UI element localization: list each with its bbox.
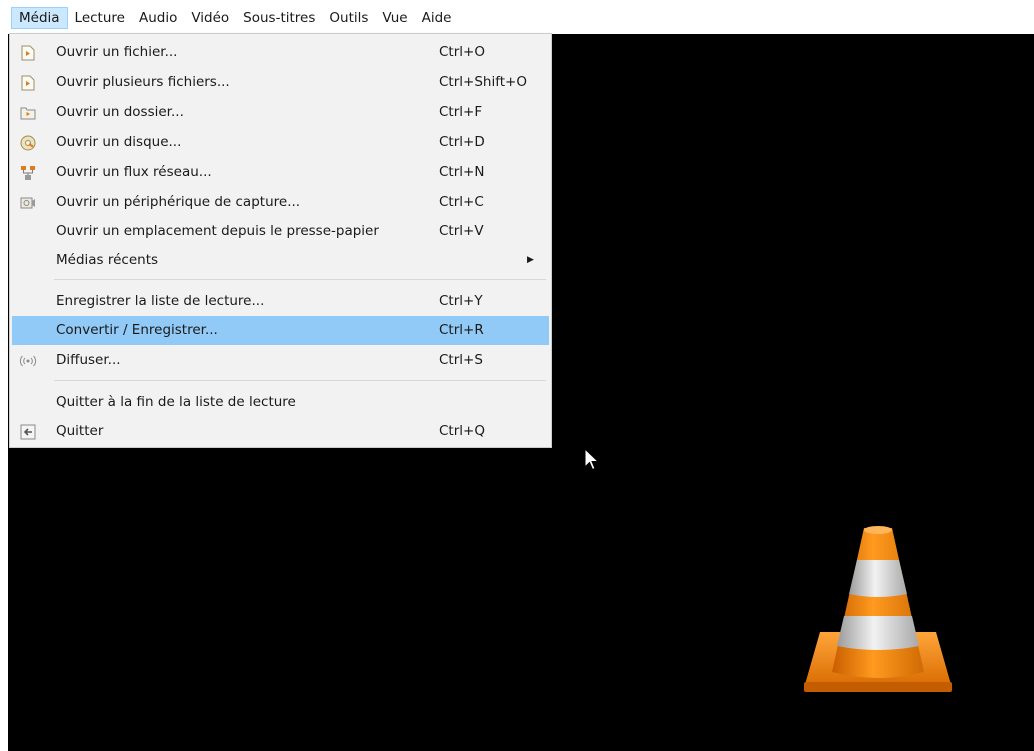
menu-item-save-playlist[interactable]: Enregistrer la liste de lecture... Ctrl+… [12,287,549,316]
menu-item-shortcut: Ctrl+V [439,223,484,239]
menu-item-open-capture-device[interactable]: Ouvrir un périphérique de capture... Ctr… [12,188,549,217]
menu-item-open-from-clipboard[interactable]: Ouvrir un emplacement depuis le presse-p… [12,217,549,246]
disc-icon [19,134,37,152]
file-play-icon [19,74,37,92]
menu-item-shortcut: Ctrl+F [439,104,483,120]
menu-item-label: Convertir / Enregistrer... [56,322,218,338]
menu-item-open-folder[interactable]: Ouvrir un dossier... Ctrl+F [12,98,549,127]
menu-view[interactable]: Vue [375,7,414,29]
menu-item-label: Ouvrir plusieurs fichiers... [56,74,230,90]
menu-item-shortcut: Ctrl+Q [439,423,485,439]
menu-item-open-multiple-files[interactable]: Ouvrir plusieurs fichiers... Ctrl+Shift+… [12,68,549,97]
menu-item-quit[interactable]: Quitter Ctrl+Q [12,417,549,446]
menu-item-shortcut: Ctrl+S [439,352,483,368]
menu-item-label: Médias récents [56,252,159,268]
network-icon [19,164,37,182]
menu-bar: Média Lecture Audio Vidéo Sous-titres Ou… [0,0,1034,34]
file-play-icon [19,44,37,62]
menu-lecture[interactable]: Lecture [68,7,132,29]
vlc-cone-logo [800,522,956,702]
menu-item-label: Ouvrir un dossier... [56,104,184,120]
menu-item-label: Quitter à la fin de la liste de lecture [56,394,296,410]
menu-item-label: Ouvrir un flux réseau... [56,164,212,180]
menu-item-convert-save[interactable]: Convertir / Enregistrer... Ctrl+R [12,316,549,345]
media-dropdown-menu: Ouvrir un fichier... Ctrl+O Ouvrir plusi… [9,33,552,448]
menu-audio[interactable]: Audio [132,7,184,29]
menu-item-open-network-stream[interactable]: Ouvrir un flux réseau... Ctrl+N [12,158,549,187]
menu-help[interactable]: Aide [415,7,459,29]
menu-item-quit-end-of-playlist[interactable]: Quitter à la fin de la liste de lecture [12,388,549,417]
menu-tools[interactable]: Outils [322,7,375,29]
menu-item-label: Ouvrir un périphérique de capture... [56,194,301,210]
menu-item-shortcut: Ctrl+Y [439,293,483,309]
menu-item-shortcut: Ctrl+D [439,134,485,150]
menu-item-shortcut: Ctrl+C [439,194,484,210]
menu-item-recent-media[interactable]: Médias récents ▶ [12,246,549,275]
menu-video[interactable]: Vidéo [184,7,236,29]
menu-subtitles[interactable]: Sous-titres [236,7,322,29]
menu-item-shortcut: Ctrl+Shift+O [439,74,527,90]
menu-separator [54,380,546,381]
menu-separator [54,279,546,280]
menu-item-label: Quitter [56,423,104,439]
menu-item-label: Ouvrir un fichier... [56,44,178,60]
menu-item-open-disc[interactable]: Ouvrir un disque... Ctrl+D [12,128,549,157]
menu-item-open-file[interactable]: Ouvrir un fichier... Ctrl+O [12,38,549,67]
menu-item-shortcut: Ctrl+N [439,164,485,180]
broadcast-icon [19,352,37,370]
menu-item-shortcut: Ctrl+O [439,44,485,60]
menu-item-label: Ouvrir un disque... [56,134,182,150]
capture-device-icon [19,194,37,212]
menu-item-shortcut: Ctrl+R [439,322,484,338]
submenu-arrow-icon: ▶ [527,255,534,265]
menu-media[interactable]: Média [11,7,68,29]
menu-item-stream[interactable]: Diffuser... Ctrl+S [12,346,549,375]
menu-item-label: Diffuser... [56,352,121,368]
mouse-cursor-icon [584,447,600,476]
menu-item-label: Ouvrir un emplacement depuis le presse-p… [56,223,379,239]
folder-play-icon [19,104,37,122]
exit-icon [19,423,37,441]
menu-item-label: Enregistrer la liste de lecture... [56,293,265,309]
